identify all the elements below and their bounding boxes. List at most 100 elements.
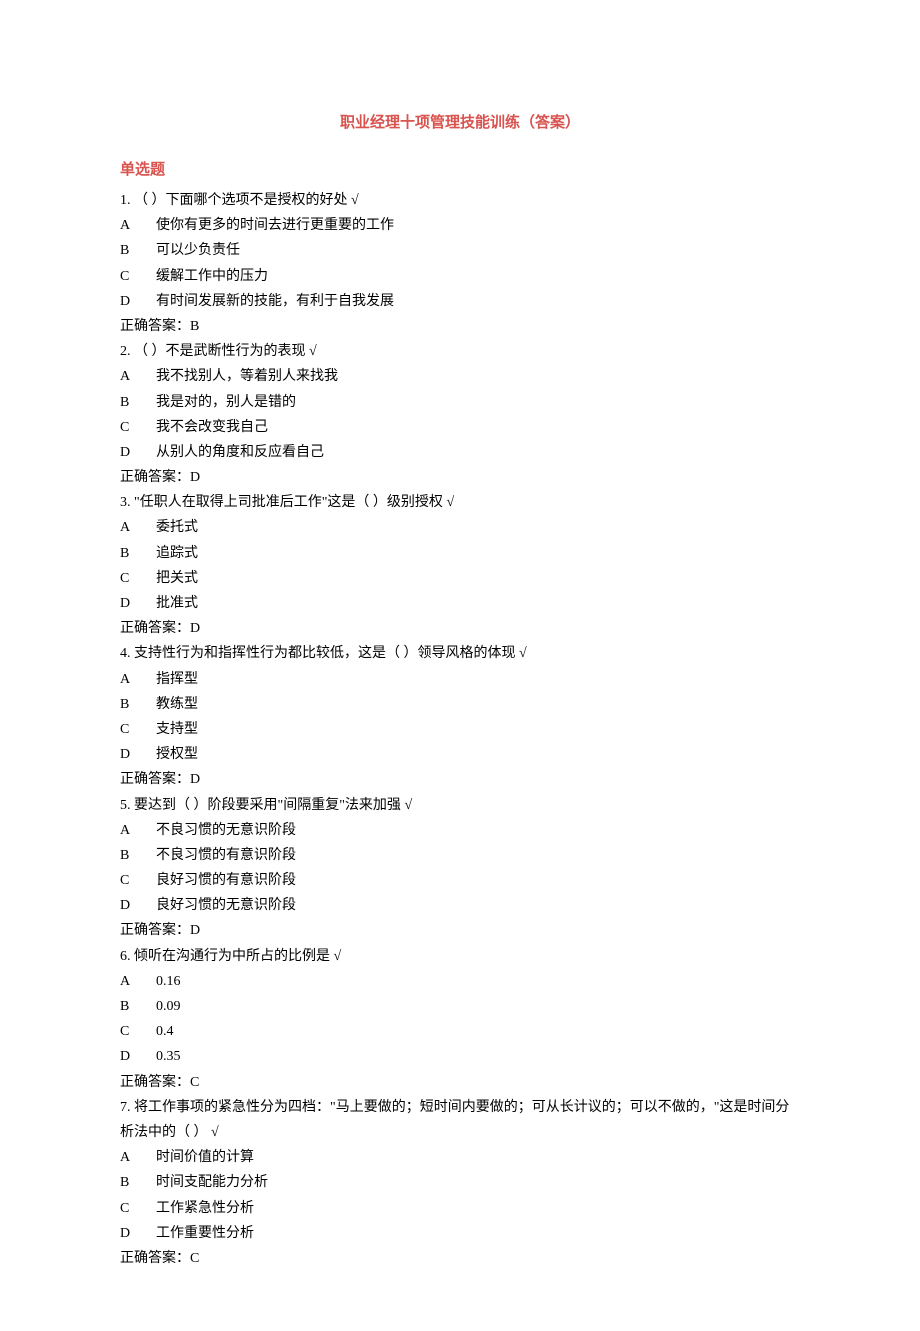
question-text: 6. 倾听在沟通行为中所占的比例是 √ — [120, 944, 800, 969]
option-line: C工作紧急性分析 — [120, 1196, 800, 1221]
option-line: B时间支配能力分析 — [120, 1170, 800, 1195]
option-line: A指挥型 — [120, 667, 800, 692]
option-line: D从别人的角度和反应看自己 — [120, 440, 800, 465]
option-text: 支持型 — [156, 722, 198, 737]
option-label: C — [120, 1019, 156, 1044]
question-text: 2. （ ）不是武断性行为的表现 √ — [120, 339, 800, 364]
option-line: A不良习惯的无意识阶段 — [120, 818, 800, 843]
option-label: C — [120, 868, 156, 893]
answer-prefix: 正确答案： — [120, 767, 190, 792]
option-label: A — [120, 667, 156, 692]
question-number: 2. — [120, 344, 131, 359]
option-line: A委托式 — [120, 515, 800, 540]
question-number: 1. — [120, 193, 131, 208]
option-text: 批准式 — [156, 596, 198, 611]
answer-line: 正确答案： D — [120, 767, 800, 792]
question-text: 1. （ ）下面哪个选项不是授权的好处 √ — [120, 188, 800, 213]
option-text: 把关式 — [156, 571, 198, 586]
option-line: B0.09 — [120, 994, 800, 1019]
answer-value: D — [190, 621, 200, 636]
questions-container: 1. （ ）下面哪个选项不是授权的好处 √A使你有更多的时间去进行更重要的工作B… — [120, 188, 800, 1271]
option-line: B追踪式 — [120, 541, 800, 566]
option-line: D良好习惯的无意识阶段 — [120, 893, 800, 918]
option-text: 从别人的角度和反应看自己 — [156, 445, 324, 460]
option-line: C把关式 — [120, 566, 800, 591]
option-text: 授权型 — [156, 747, 198, 762]
option-text: 时间价值的计算 — [156, 1150, 254, 1165]
option-label: D — [120, 591, 156, 616]
answer-value: C — [190, 1075, 199, 1090]
option-text: 0.16 — [156, 974, 181, 989]
answer-line: 正确答案： C — [120, 1246, 800, 1271]
question-body: "任职人在取得上司批准后工作"这是（ ）级别授权 — [134, 495, 443, 510]
option-text: 缓解工作中的压力 — [156, 269, 268, 284]
option-text: 0.09 — [156, 999, 181, 1014]
question-body: 支持性行为和指挥性行为都比较低，这是（ ）领导风格的体现 — [134, 646, 516, 661]
option-label: D — [120, 289, 156, 314]
option-label: C — [120, 1196, 156, 1221]
option-label: D — [120, 893, 156, 918]
option-text: 不良习惯的有意识阶段 — [156, 848, 296, 863]
answer-prefix: 正确答案： — [120, 616, 190, 641]
question-body: （ ）下面哪个选项不是授权的好处 — [134, 193, 348, 208]
option-label: D — [120, 742, 156, 767]
checkmark-icon: √ — [334, 949, 342, 964]
answer-prefix: 正确答案： — [120, 314, 190, 339]
option-line: B我是对的，别人是错的 — [120, 390, 800, 415]
option-line: C我不会改变我自己 — [120, 415, 800, 440]
checkmark-icon: √ — [211, 1125, 219, 1140]
section-header: 单选题 — [120, 157, 800, 184]
option-text: 有时间发展新的技能，有利于自我发展 — [156, 294, 394, 309]
answer-line: 正确答案： D — [120, 465, 800, 490]
option-line: D有时间发展新的技能，有利于自我发展 — [120, 289, 800, 314]
option-text: 委托式 — [156, 520, 198, 535]
option-label: C — [120, 415, 156, 440]
question-number: 3. — [120, 495, 131, 510]
option-label: C — [120, 264, 156, 289]
option-line: A使你有更多的时间去进行更重要的工作 — [120, 213, 800, 238]
option-label: B — [120, 1170, 156, 1195]
option-label: A — [120, 515, 156, 540]
option-text: 我不找别人，等着别人来找我 — [156, 369, 338, 384]
option-text: 0.4 — [156, 1024, 174, 1039]
option-text: 指挥型 — [156, 672, 198, 687]
option-label: B — [120, 692, 156, 717]
option-text: 工作重要性分析 — [156, 1226, 254, 1241]
option-line: A我不找别人，等着别人来找我 — [120, 364, 800, 389]
question-text: 7. 将工作事项的紧急性分为四档："马上要做的；短时间内要做的；可从长计议的；可… — [120, 1095, 800, 1145]
option-text: 良好习惯的无意识阶段 — [156, 898, 296, 913]
answer-value: D — [190, 923, 200, 938]
question-text: 5. 要达到（ ）阶段要采用"间隔重复"法来加强 √ — [120, 793, 800, 818]
question-number: 5. — [120, 798, 131, 813]
option-text: 我不会改变我自己 — [156, 420, 268, 435]
option-label: B — [120, 843, 156, 868]
question-text: 3. "任职人在取得上司批准后工作"这是（ ）级别授权 √ — [120, 490, 800, 515]
answer-prefix: 正确答案： — [120, 1070, 190, 1095]
answer-line: 正确答案： D — [120, 918, 800, 943]
option-label: D — [120, 1221, 156, 1246]
option-label: A — [120, 364, 156, 389]
option-label: B — [120, 994, 156, 1019]
option-label: B — [120, 541, 156, 566]
answer-prefix: 正确答案： — [120, 918, 190, 943]
option-label: A — [120, 1145, 156, 1170]
option-text: 教练型 — [156, 697, 198, 712]
checkmark-icon: √ — [446, 495, 454, 510]
option-label: A — [120, 213, 156, 238]
option-line: D授权型 — [120, 742, 800, 767]
option-label: A — [120, 818, 156, 843]
answer-line: 正确答案： B — [120, 314, 800, 339]
answer-value: C — [190, 1251, 199, 1266]
option-text: 良好习惯的有意识阶段 — [156, 873, 296, 888]
option-text: 追踪式 — [156, 546, 198, 561]
option-line: B教练型 — [120, 692, 800, 717]
checkmark-icon: √ — [519, 646, 527, 661]
option-text: 不良习惯的无意识阶段 — [156, 823, 296, 838]
option-line: C支持型 — [120, 717, 800, 742]
question-number: 6. — [120, 949, 131, 964]
option-line: D0.35 — [120, 1044, 800, 1069]
option-line: C良好习惯的有意识阶段 — [120, 868, 800, 893]
document-title: 职业经理十项管理技能训练（答案） — [120, 110, 800, 137]
answer-prefix: 正确答案： — [120, 465, 190, 490]
option-line: A0.16 — [120, 969, 800, 994]
